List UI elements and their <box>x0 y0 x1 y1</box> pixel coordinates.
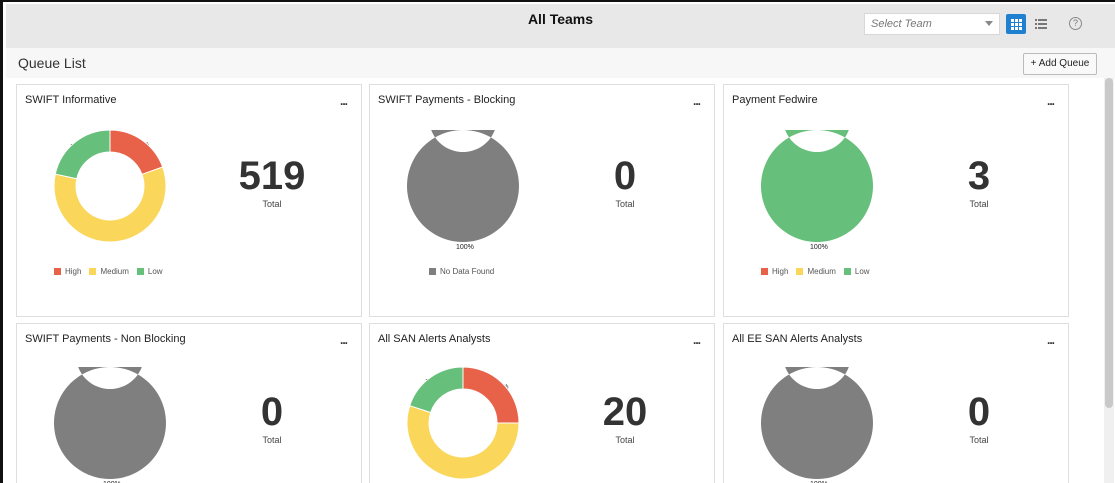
card-menu-icon[interactable]: ... <box>693 94 701 108</box>
list-view-icon[interactable] <box>1031 14 1051 34</box>
queue-list-title: Queue List <box>18 55 86 71</box>
team-select-placeholder: Select Team <box>871 18 932 30</box>
scrollbar-thumb[interactable] <box>1105 78 1113 408</box>
donut-slice-high[interactable] <box>109 130 164 176</box>
team-select[interactable]: Select Team <box>864 13 1000 35</box>
top-bar: All Teams Select Team ? <box>6 4 1115 48</box>
donut-chart <box>407 130 519 242</box>
total-count: 519 <box>238 154 306 198</box>
queue-list-header: Queue List + Add Queue <box>6 48 1115 78</box>
queue-card[interactable]: SWIFT Payments - Blocking... 100% 0 Total No… <box>369 84 715 317</box>
total-count: 0 <box>967 390 991 434</box>
slice-percent-label: 100% <box>810 244 828 251</box>
queue-card[interactable]: All EE SAN Alerts Analysts...100%0Total <box>723 323 1069 483</box>
legend-item[interactable]: Low <box>136 267 163 276</box>
total-label: Total <box>262 199 282 209</box>
card-menu-icon[interactable]: ... <box>340 94 348 108</box>
total-count: 0 <box>613 154 637 198</box>
legend-swatch <box>89 268 97 275</box>
app-frame: All Teams Select Team ? Queue List + Add… <box>0 0 1115 483</box>
chart-legend: No Data Found <box>429 267 502 276</box>
total-label: Total <box>615 199 635 209</box>
slice-percent-label: 100% <box>456 244 474 251</box>
vertical-scrollbar[interactable] <box>1104 78 1114 483</box>
total-label: Total <box>969 199 989 209</box>
donut-slice-low[interactable] <box>409 367 464 414</box>
legend-item[interactable]: Low <box>843 267 870 276</box>
legend-label: No Data Found <box>440 267 495 276</box>
card-menu-icon[interactable]: ... <box>693 333 701 347</box>
legend-label: Medium <box>100 267 129 276</box>
queue-card[interactable]: SWIFT Informative...19.5%59.0%21.6%519To… <box>16 84 362 317</box>
donut-slice-high[interactable] <box>462 367 519 424</box>
card-title: SWIFT Payments - Non Blocking <box>25 333 186 345</box>
donut-slice-no-data-found[interactable] <box>54 367 166 479</box>
chevron-down-icon <box>985 21 993 26</box>
legend-swatch <box>761 268 768 275</box>
legend-swatch <box>429 268 436 275</box>
legend-item[interactable]: Medium <box>796 267 836 276</box>
total-label: Total <box>969 435 989 445</box>
donut-slice-medium[interactable] <box>54 166 166 242</box>
legend-label: Low <box>854 267 870 276</box>
total-label: Total <box>615 435 635 445</box>
card-title: All EE SAN Alerts Analysts <box>732 333 863 345</box>
card-menu-icon[interactable]: ... <box>340 333 348 347</box>
total-count: 20 <box>602 390 648 434</box>
legend-swatch <box>136 268 144 275</box>
legend-label: Medium <box>807 267 836 276</box>
card-menu-icon[interactable]: ... <box>1047 94 1055 108</box>
donut-slice-low[interactable] <box>761 130 873 242</box>
queue-card[interactable]: Payment Fedwire... 100% 3 Total High Medium Lo… <box>723 84 1069 317</box>
legend-swatch <box>796 268 804 275</box>
total-count: 3 <box>967 154 991 198</box>
card-title: SWIFT Informative <box>25 94 117 106</box>
legend-swatch <box>843 268 851 275</box>
card-title: All SAN Alerts Analysts <box>378 333 491 345</box>
legend-item[interactable]: High <box>54 267 81 276</box>
card-title: Payment Fedwire <box>732 94 818 106</box>
donut-chart <box>761 130 873 242</box>
legend-swatch <box>54 268 61 275</box>
donut-chart <box>54 130 166 242</box>
legend-item[interactable]: No Data Found <box>429 267 494 276</box>
queue-card[interactable]: SWIFT Payments - Non Blocking...100%0Tot… <box>16 323 362 483</box>
donut-chart <box>761 367 873 479</box>
donut-slice-no-data-found[interactable] <box>407 130 519 242</box>
chart-legend: High Medium Low <box>54 267 171 276</box>
add-queue-button[interactable]: + Add Queue <box>1023 53 1097 75</box>
legend-item[interactable]: High <box>761 267 788 276</box>
card-menu-icon[interactable]: ... <box>1047 333 1055 347</box>
total-label: Total <box>262 435 282 445</box>
grid-view-icon[interactable] <box>1006 14 1026 34</box>
legend-label: Low <box>147 267 163 276</box>
donut-slice-no-data-found[interactable] <box>761 367 873 479</box>
card-title: SWIFT Payments - Blocking <box>378 94 516 106</box>
help-icon[interactable]: ? <box>1069 17 1082 30</box>
donut-slice-low[interactable] <box>54 130 111 180</box>
legend-label: High <box>772 267 789 276</box>
donut-chart <box>407 367 519 479</box>
legend-label: High <box>65 267 82 276</box>
queue-card[interactable]: All SAN Alerts Analysts...25.0%55.0%20.0… <box>369 323 715 483</box>
total-count: 0 <box>260 390 284 434</box>
chart-legend: High Medium Low <box>761 267 878 276</box>
donut-chart <box>54 367 166 479</box>
legend-item[interactable]: Medium <box>89 267 129 276</box>
